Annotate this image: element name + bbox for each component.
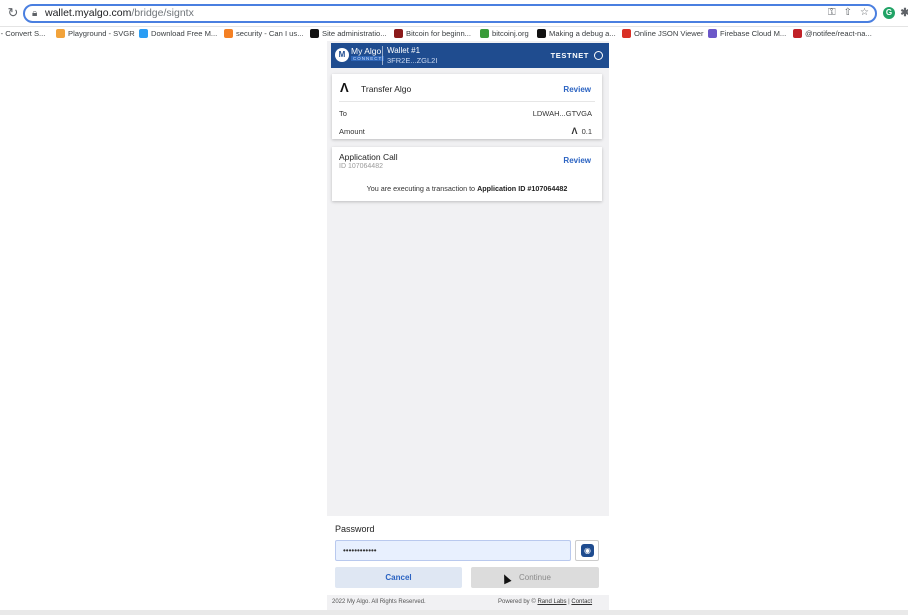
bookmark-label: Making a debug a...: [549, 29, 616, 38]
book-icon: [394, 29, 403, 38]
omnibox-actions: ⚿ ⇧ ☆: [828, 7, 869, 18]
wallet-address: 3FR2E...ZGL2I: [387, 56, 438, 65]
to-value: LDWAH...GTVGA: [532, 109, 592, 118]
bookmark-label: Bitcoin for beginn...: [406, 29, 472, 38]
bookmark-item[interactable]: Bitcoin for beginn...: [394, 29, 471, 38]
url-text: wallet.myalgo.com/bridge/signtx: [45, 7, 194, 19]
bookmark-label: bitcoinj.org: [492, 29, 529, 38]
share-icon[interactable]: ⇧: [844, 7, 852, 18]
bookmark-label: Site administratio...: [322, 29, 387, 38]
bookmark-label: Firebase Cloud M...: [720, 29, 787, 38]
bottom-strip: [0, 610, 908, 615]
url-host: wallet.myalgo.com: [45, 7, 132, 19]
bookmark-label: @notifee/react-na...: [805, 29, 872, 38]
algorand-icon: [310, 29, 319, 38]
json-icon: [622, 29, 631, 38]
bookmark-item[interactable]: bitcoinj.org: [480, 29, 529, 38]
bookmark-label: security - Can I us...: [236, 29, 304, 38]
sign-form: Password ◉ Cancel Continue: [327, 516, 609, 595]
bookmark-item[interactable]: r - Convert S...: [0, 29, 45, 38]
network-label[interactable]: TESTNET: [551, 51, 589, 60]
bookmark-item[interactable]: Site administratio...: [310, 29, 387, 38]
key-icon[interactable]: ⚿: [828, 7, 836, 18]
bitcoinj-icon: [480, 29, 489, 38]
star-icon[interactable]: ☆: [860, 7, 869, 18]
app-call-title: Application Call: [339, 152, 398, 162]
eye-icon: ◉: [581, 544, 594, 557]
medium-icon: [537, 29, 546, 38]
network-status-icon: [594, 51, 603, 60]
myalgo-logo-icon: M: [335, 48, 349, 62]
stackexchange-icon: [224, 29, 233, 38]
transfer-title: Transfer Algo: [361, 84, 412, 94]
copyright-text: 2022 My Algo. All Rights Reserved.: [332, 599, 426, 605]
bookmark-item[interactable]: @notifee/react-na...: [793, 29, 872, 38]
divider: [339, 101, 595, 102]
app-message-prefix: You are executing a transaction to: [366, 184, 476, 193]
url-path: /bridge/signtx: [131, 7, 194, 19]
toggle-visibility-button[interactable]: ◉: [575, 540, 599, 561]
password-label: Password: [335, 524, 375, 534]
powered-prefix: Powered by ©: [498, 599, 536, 605]
powered-by: Powered by © Rand Labs | Contact: [498, 599, 592, 605]
bookmark-item[interactable]: Download Free M...: [139, 29, 217, 38]
password-input[interactable]: [335, 540, 571, 561]
amount-label: Amount: [339, 127, 365, 136]
application-call-card: Application Call ID 107064482 Review You…: [332, 147, 602, 201]
amount-number: 0.1: [581, 127, 592, 136]
app-call-message: You are executing a transaction to Appli…: [332, 184, 602, 193]
logo-subtitle: CONNECT: [351, 56, 385, 61]
address-bar[interactable]: 🔒︎ wallet.myalgo.com/bridge/signtx ⚿ ⇧ ☆: [23, 4, 877, 23]
footer-separator: |: [568, 599, 570, 605]
bookmark-label: Playground - SVGR: [68, 29, 135, 38]
bookmark-label: r - Convert S...: [0, 29, 46, 38]
app-review-link[interactable]: Review: [563, 156, 591, 165]
extensions-puzzle-icon[interactable]: ✱: [899, 7, 908, 19]
transfer-review-link[interactable]: Review: [563, 85, 591, 94]
app-message-id: Application ID #107064482: [477, 184, 568, 193]
algorand-icon: Λ: [340, 80, 349, 95]
app-id: ID 107064482: [339, 163, 383, 170]
header-divider: [382, 46, 383, 65]
transfer-card: Λ Transfer Algo Review To LDWAH...GTVGA …: [332, 74, 602, 139]
reload-icon[interactable]: ↻: [6, 6, 20, 20]
to-label: To: [339, 109, 347, 118]
browser-toolbar: ↻ 🔒︎ wallet.myalgo.com/bridge/signtx ⚿ ⇧…: [0, 0, 908, 27]
bookmark-item[interactable]: security - Can I us...: [224, 29, 304, 38]
logo-text: My Algo: [351, 46, 382, 56]
bookmark-item[interactable]: Firebase Cloud M...: [708, 29, 786, 38]
cancel-button[interactable]: Cancel: [335, 567, 462, 588]
bookmark-item[interactable]: Playground - SVGR: [56, 29, 135, 38]
continue-button[interactable]: Continue: [471, 567, 599, 588]
npm-icon: [793, 29, 802, 38]
grammarly-extension-icon[interactable]: G: [883, 7, 895, 19]
algo-currency-icon: Λ: [571, 126, 578, 136]
wallet-name: Wallet #1: [387, 46, 421, 55]
play-icon: [139, 29, 148, 38]
firebase-icon: [708, 29, 717, 38]
bookmark-label: Download Free M...: [151, 29, 218, 38]
svgr-icon: [56, 29, 65, 38]
amount-value: Λ 0.1: [572, 126, 592, 136]
bookmarks-bar: r - Convert S... Playground - SVGR Downloa…: [0, 27, 908, 41]
rand-labs-link[interactable]: Rand Labs: [537, 599, 566, 605]
bookmark-item[interactable]: Online JSON Viewer: [622, 29, 704, 38]
wallet-header: M My Algo CONNECT Wallet #1 3FR2E...ZGL2…: [331, 43, 609, 68]
bookmark-label: Online JSON Viewer: [634, 29, 704, 38]
contact-link[interactable]: Contact: [571, 599, 592, 605]
lock-icon: 🔒︎: [32, 8, 38, 19]
bookmark-item[interactable]: Making a debug a...: [537, 29, 616, 38]
